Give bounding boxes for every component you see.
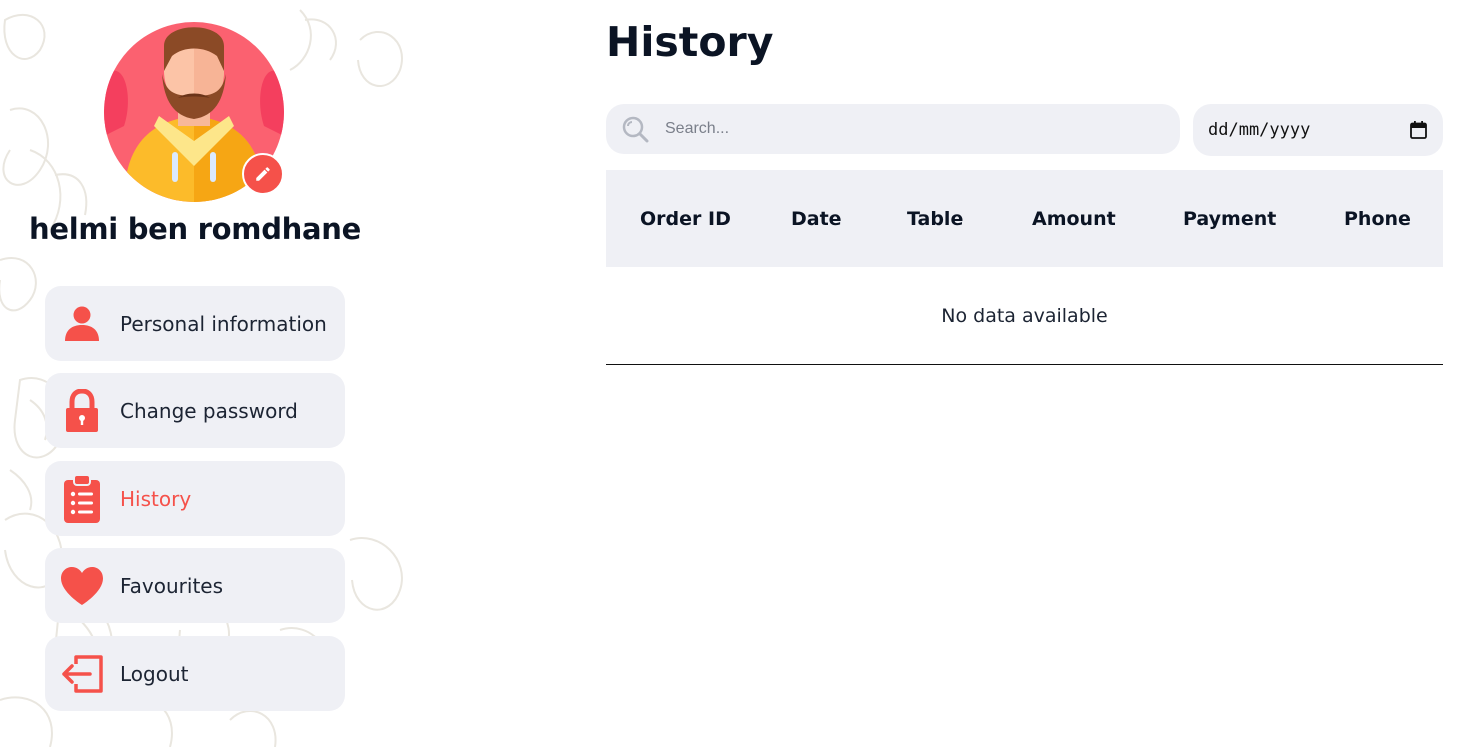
column-header-amount[interactable]: Amount (1032, 208, 1116, 230)
sidebar-item-change-password[interactable]: Change password (45, 373, 345, 448)
date-filter[interactable]: dd/mm/yyyy (1193, 104, 1443, 156)
column-header-payment[interactable]: Payment (1183, 208, 1276, 230)
empty-state-message: No data available (606, 267, 1443, 365)
sidebar-item-favourites[interactable]: Favourites (45, 548, 345, 623)
profile-name: helmi ben romdhane (28, 212, 361, 246)
search-input[interactable] (663, 119, 1147, 139)
lock-icon (60, 388, 104, 433)
user-icon (60, 302, 104, 346)
sidebar-item-personal-information[interactable]: Personal information (45, 286, 345, 361)
edit-avatar-button[interactable] (242, 153, 284, 195)
orders-table: Order ID Date Table Amount Payment Phone… (606, 170, 1443, 365)
calendar-icon[interactable] (1410, 121, 1427, 139)
logout-icon (60, 652, 104, 696)
column-header-order-id[interactable]: Order ID (640, 208, 731, 230)
profile-sidebar: helmi ben romdhane Personal information (0, 0, 400, 747)
search-icon (621, 115, 649, 143)
sidebar-item-label: Favourites (120, 573, 224, 598)
search-bar[interactable] (606, 104, 1180, 154)
sidebar-item-label: Personal information (120, 311, 327, 336)
table-header: Order ID Date Table Amount Payment Phone (606, 170, 1443, 267)
sidebar-item-label: Logout (120, 661, 189, 686)
sidebar-item-label: Change password (120, 398, 298, 423)
column-header-table[interactable]: Table (907, 208, 963, 230)
page-title: History (606, 18, 774, 66)
avatar-container (104, 16, 284, 202)
sidebar-item-history[interactable]: History (45, 461, 345, 536)
sidebar-item-label: History (120, 486, 192, 511)
date-input-placeholder: dd/mm/yyyy (1208, 120, 1311, 140)
clipboard-list-icon (60, 473, 104, 523)
heart-icon (60, 564, 104, 608)
column-header-date[interactable]: Date (791, 208, 842, 230)
pencil-icon (256, 167, 270, 181)
sidebar-item-logout[interactable]: Logout (45, 636, 345, 711)
column-header-phone[interactable]: Phone (1344, 208, 1411, 230)
